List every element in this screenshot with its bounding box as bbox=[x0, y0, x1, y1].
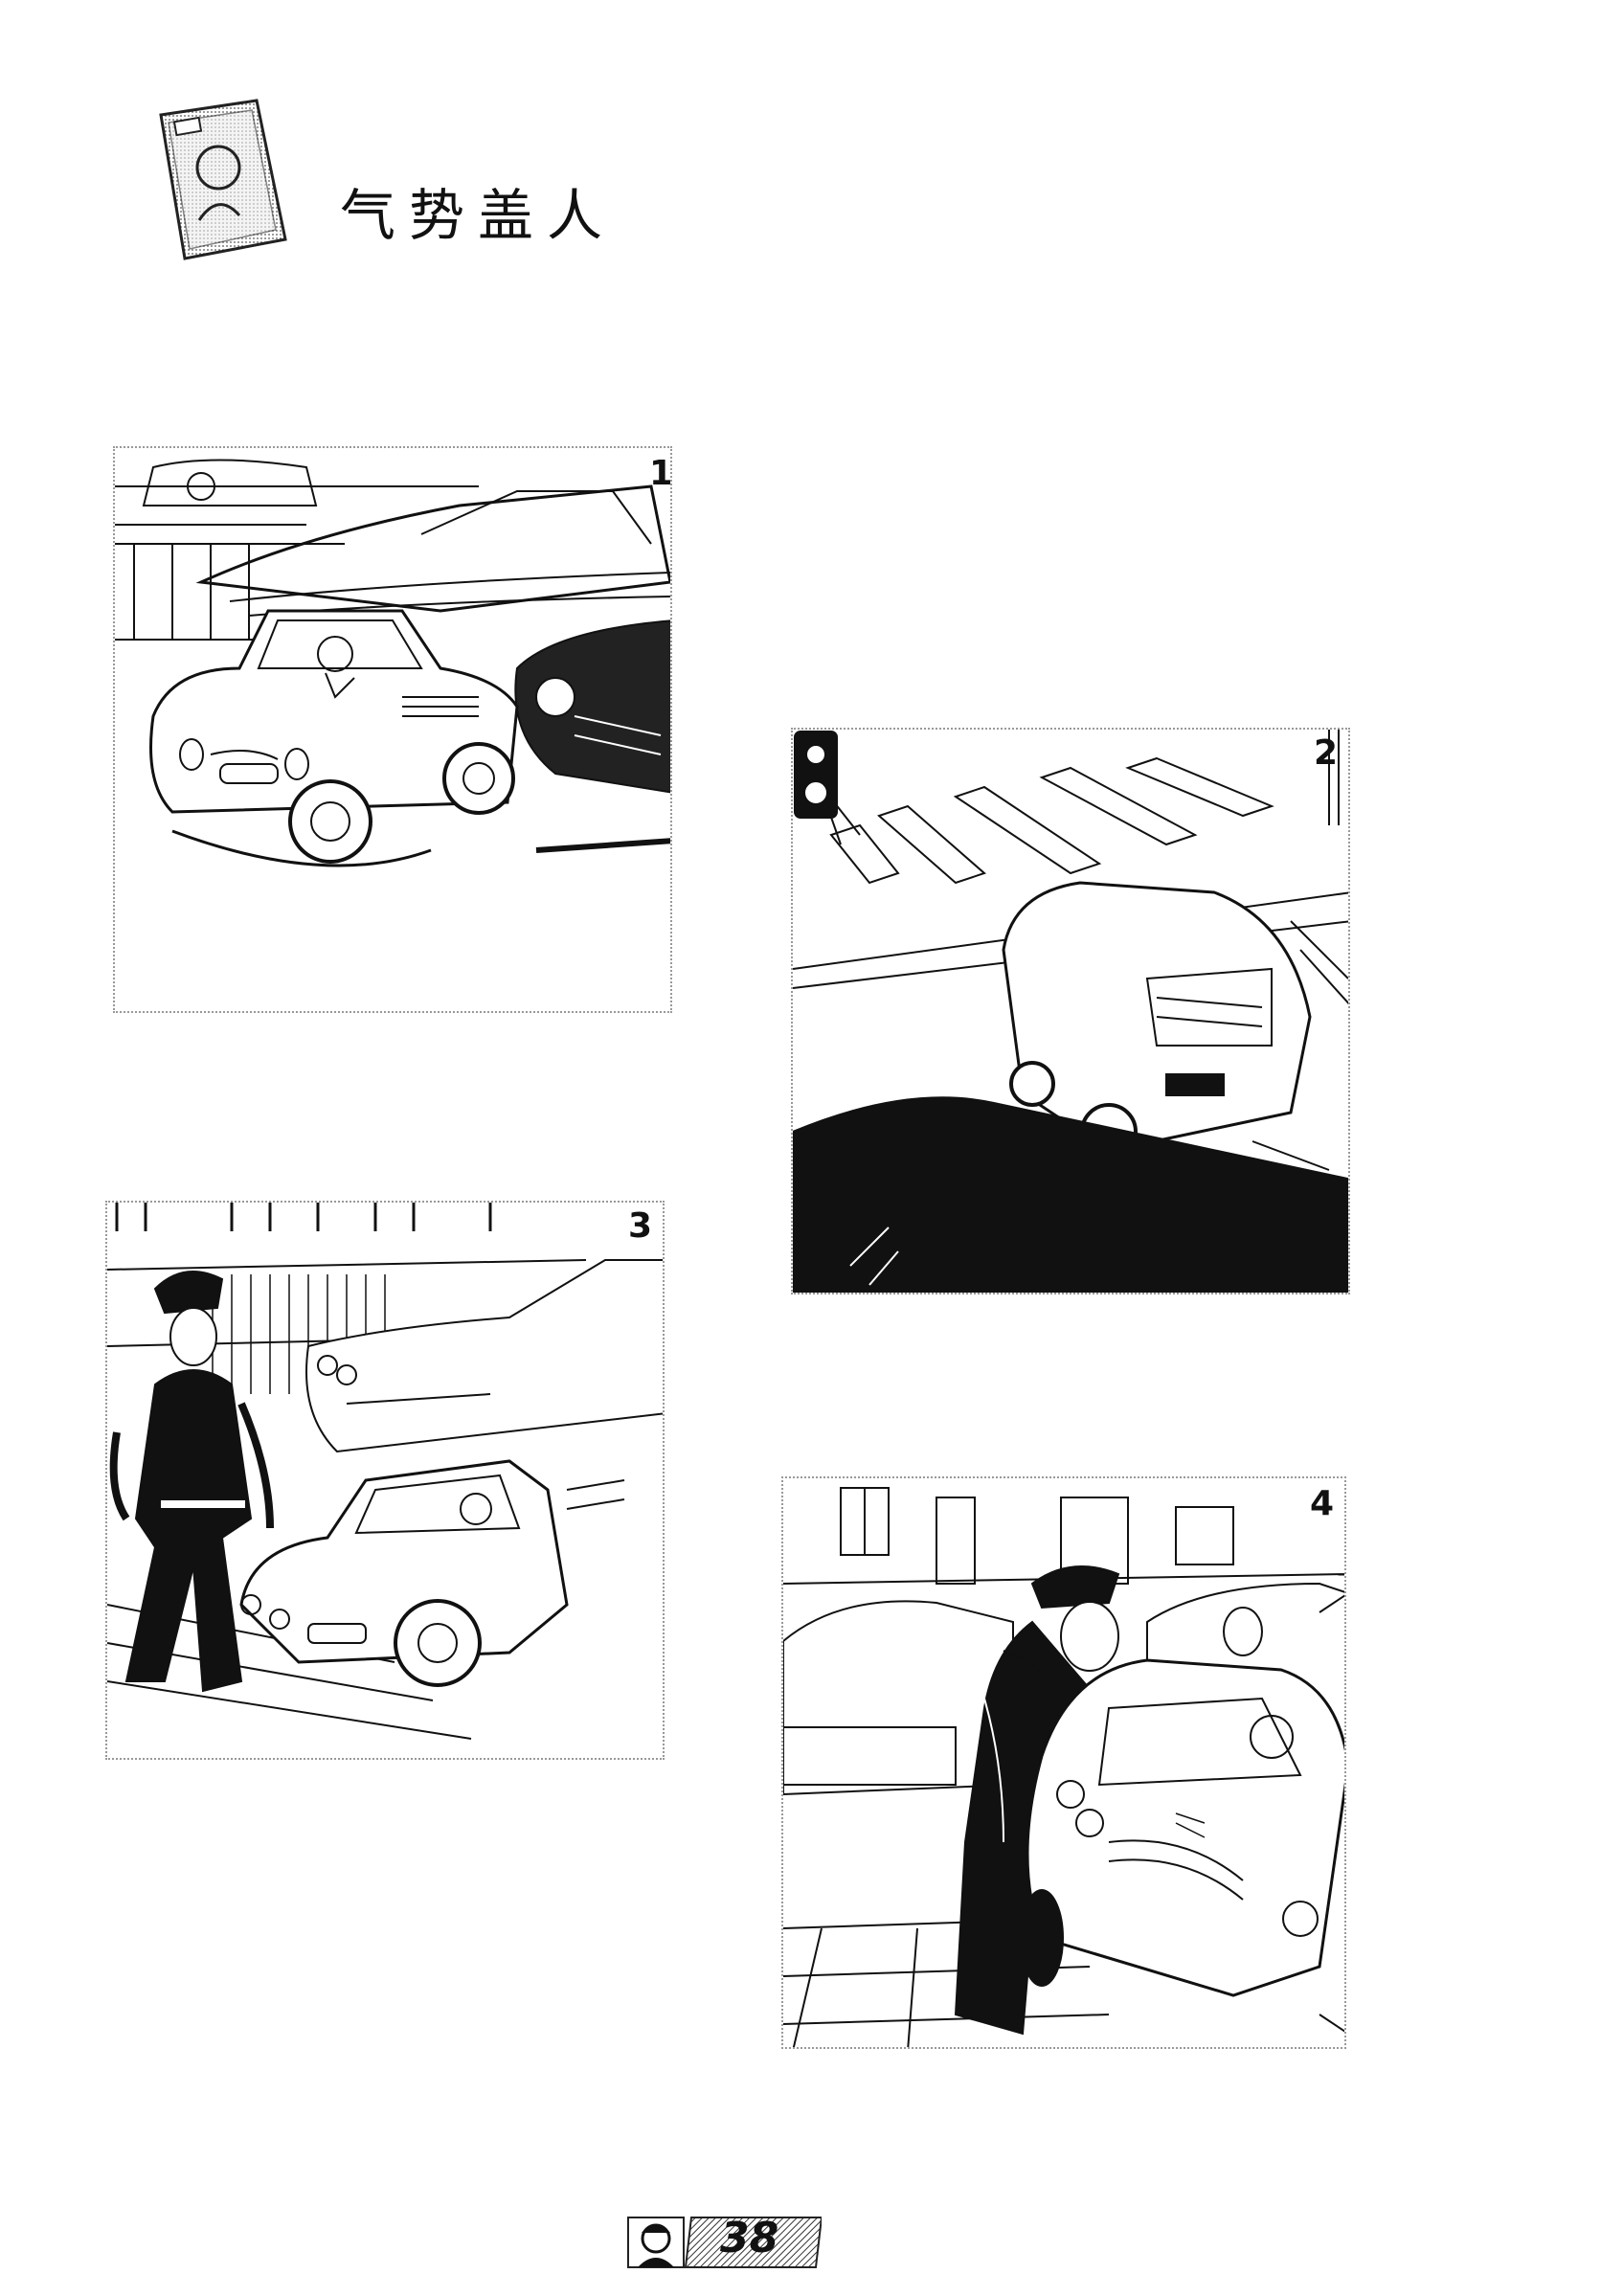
page-number: 38 bbox=[720, 2214, 779, 2262]
page-footer: 38 bbox=[624, 2214, 822, 2271]
panel-number-4: 4 bbox=[1310, 1484, 1335, 1523]
page-title: 气势盖人 bbox=[340, 183, 617, 248]
comic-panel-3: 3 bbox=[105, 1201, 665, 1760]
panel-number-1: 1 bbox=[649, 454, 672, 493]
comic-panel-2: 2 bbox=[791, 728, 1350, 1294]
panel-number-3: 3 bbox=[628, 1206, 653, 1246]
portrait-card-icon bbox=[142, 96, 295, 263]
panel-number-2: 2 bbox=[1314, 733, 1339, 773]
comic-panel-1: 1 bbox=[113, 446, 672, 1013]
comic-panel-4: 4 bbox=[781, 1476, 1346, 2049]
